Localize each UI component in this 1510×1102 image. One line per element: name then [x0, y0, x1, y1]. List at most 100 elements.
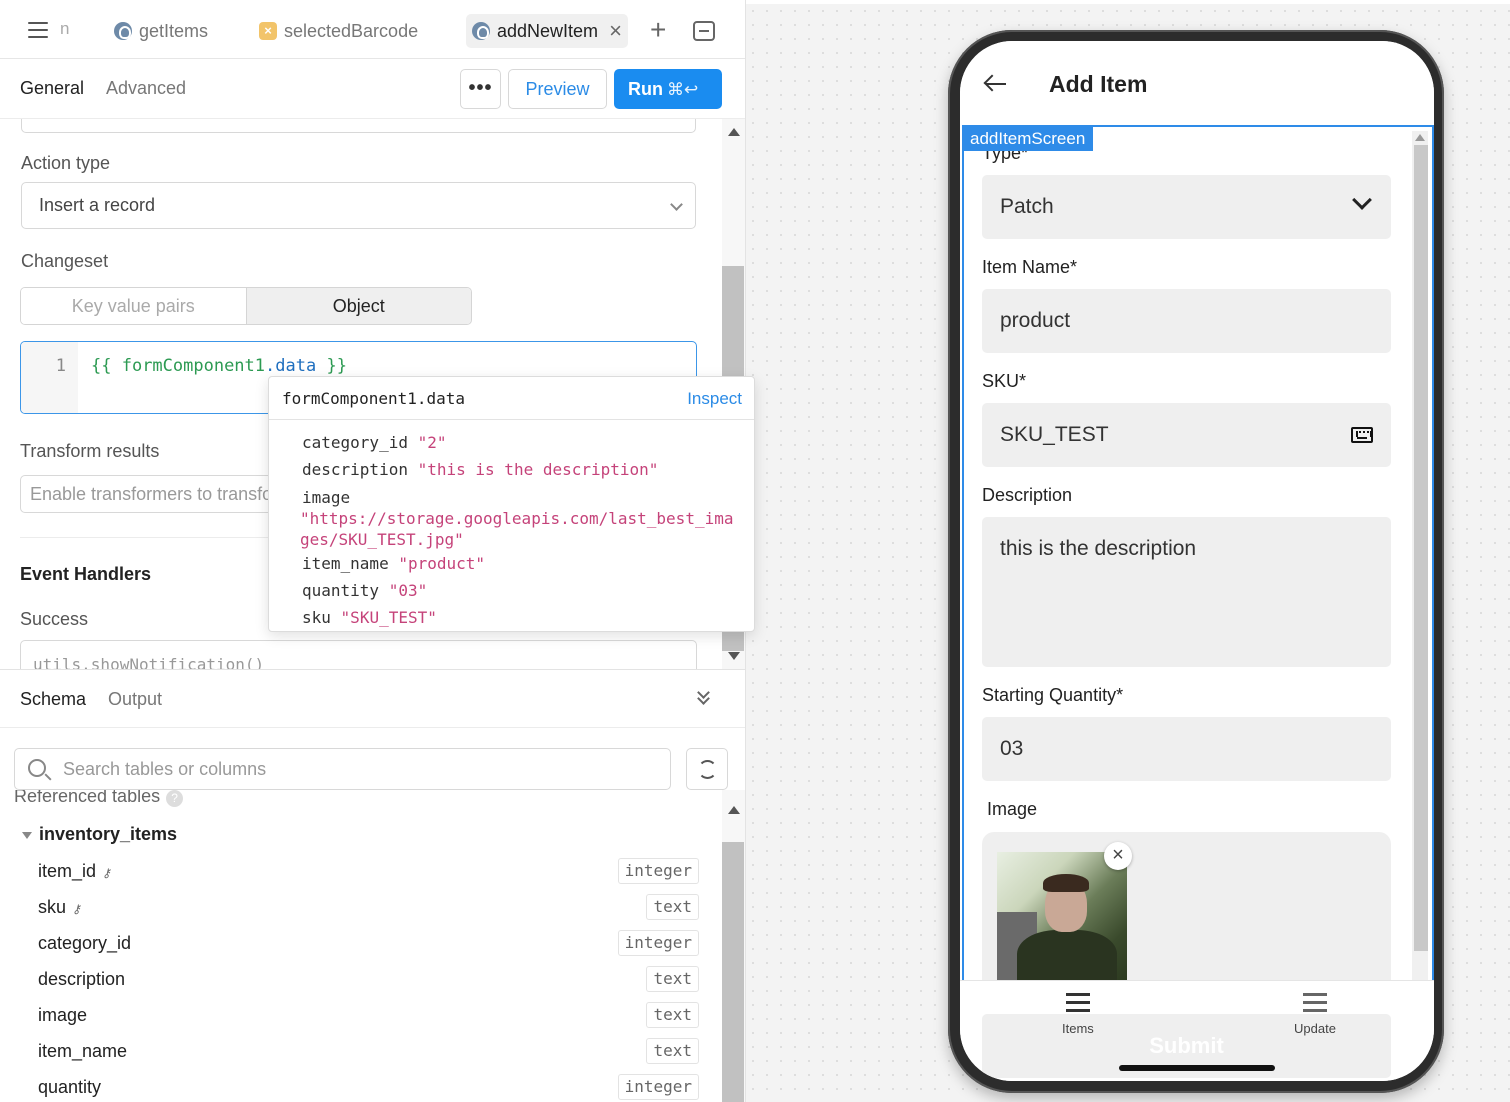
- search-input[interactable]: [63, 757, 653, 781]
- column-row[interactable]: item_name text: [0, 1033, 720, 1069]
- scrollbar-thumb[interactable]: [722, 842, 744, 1102]
- menu-icon[interactable]: [28, 22, 48, 38]
- changeset-option-key-value[interactable]: Key value pairs: [21, 288, 246, 324]
- screen-header: Add Item: [960, 41, 1434, 125]
- tab-general[interactable]: General: [20, 78, 84, 99]
- search-icon: [28, 759, 46, 777]
- action-type-value: Insert a record: [39, 195, 156, 215]
- tab-label: selectedBarcode: [284, 20, 419, 41]
- popup-fields: category_id "2" description "this is the…: [300, 429, 747, 631]
- column-type: text: [646, 1038, 699, 1064]
- image-upload-zone[interactable]: ×: [982, 832, 1391, 980]
- value-preview-popup: formComponent1.data Inspect category_id …: [268, 376, 755, 632]
- nav-label: Items: [1062, 1021, 1094, 1036]
- transform-results-label: Transform results: [20, 441, 160, 461]
- column-row[interactable]: sku ⚷ text: [0, 889, 720, 925]
- changeset-option-object[interactable]: Object: [245, 288, 471, 324]
- column-name: item_name: [38, 1041, 128, 1061]
- selection-badge[interactable]: addItemScreen: [962, 127, 1094, 151]
- tab-output[interactable]: Output: [108, 689, 162, 710]
- field-row: quantity "03": [302, 581, 428, 600]
- postgres-icon: [114, 22, 132, 40]
- popup-header: formComponent1.data Inspect: [269, 377, 754, 420]
- tab-addnewitem[interactable]: addNewItem ×: [466, 14, 628, 48]
- column-row[interactable]: category_id integer: [0, 925, 720, 961]
- description-label: Description: [982, 485, 1073, 505]
- caret-down-icon: [22, 831, 32, 839]
- remove-image-icon[interactable]: ×: [1104, 842, 1132, 870]
- nav-item-items[interactable]: Items: [1062, 993, 1094, 1036]
- success-handler[interactable]: utils.showNotification(): [20, 640, 697, 669]
- refresh-schema-button[interactable]: [686, 748, 728, 790]
- table-name: inventory_items: [39, 824, 178, 844]
- action-type-select[interactable]: Insert a record: [21, 182, 696, 229]
- tab-label: getItems: [139, 20, 209, 41]
- type-select[interactable]: Patch: [982, 175, 1391, 239]
- referenced-tables-label: Referenced tables?: [14, 790, 184, 807]
- description-input[interactable]: this is the description: [982, 517, 1391, 667]
- sku-input[interactable]: SKU_TEST: [982, 403, 1391, 467]
- column-row[interactable]: quantity integer: [0, 1069, 720, 1102]
- column-name: image: [38, 1005, 88, 1025]
- tab-advanced[interactable]: Advanced: [106, 78, 186, 99]
- item-name-input[interactable]: product: [982, 289, 1391, 353]
- run-button[interactable]: Run ⌘↩: [614, 69, 722, 109]
- column-row[interactable]: item_id ⚷ integer: [0, 853, 720, 889]
- tab-getitems[interactable]: getItems: [108, 14, 214, 48]
- run-label: Run: [628, 79, 663, 99]
- more-options-button[interactable]: •••: [460, 69, 501, 109]
- clipped-tab-label[interactable]: n: [60, 19, 69, 39]
- inspect-link[interactable]: Inspect: [687, 389, 742, 409]
- scroll-up-icon[interactable]: [728, 128, 740, 136]
- preview-button[interactable]: Preview: [508, 69, 607, 109]
- screen-scrollbar[interactable]: [1412, 131, 1428, 980]
- add-tab-icon[interactable]: +: [650, 16, 666, 44]
- column-name: quantity: [38, 1077, 102, 1097]
- tab-label: addNewItem: [497, 20, 599, 41]
- changeset-toggle: Key value pairs Object: [20, 287, 472, 325]
- scroll-up-icon[interactable]: [1415, 134, 1425, 141]
- barcode-scanner-icon[interactable]: [1351, 427, 1373, 443]
- sku-value: SKU_TEST: [1000, 423, 1109, 446]
- column-type: integer: [617, 858, 699, 884]
- field-row: image "https://storage.googleapis.com/las…: [300, 483, 747, 550]
- scroll-up-icon[interactable]: [728, 806, 740, 814]
- previous-field[interactable]: [21, 119, 696, 133]
- chevron-down-icon: [670, 198, 683, 211]
- list-icon: [1302, 993, 1327, 1013]
- tab-schema[interactable]: Schema: [20, 689, 86, 710]
- nav-item-update[interactable]: Update: [1294, 993, 1336, 1036]
- column-type: integer: [617, 1074, 699, 1100]
- home-indicator: [1119, 1065, 1275, 1071]
- schema-search: [14, 748, 671, 790]
- field-value: "https://storage.googleapis.com/last_bes…: [300, 509, 734, 549]
- success-label: Success: [20, 609, 89, 629]
- back-arrow-icon[interactable]: [983, 73, 1008, 97]
- minimize-icon[interactable]: [693, 21, 715, 41]
- column-row[interactable]: image text: [0, 997, 720, 1033]
- quantity-input[interactable]: 03: [982, 717, 1391, 781]
- help-icon[interactable]: ?: [166, 790, 184, 807]
- tab-selectedbarcode[interactable]: × selectedBarcode: [253, 14, 424, 48]
- field-row: sku "SKU_TEST": [302, 608, 437, 627]
- refresh-icon: [698, 760, 717, 779]
- run-shortcut: ⌘↩: [667, 80, 699, 99]
- javascript-icon: ×: [259, 22, 277, 40]
- collapse-icon[interactable]: [697, 686, 711, 709]
- column-name: description: [38, 969, 126, 989]
- column-type: text: [646, 966, 699, 992]
- scrollbar-thumb[interactable]: [1414, 145, 1428, 951]
- field-row: category_id "2": [302, 433, 447, 452]
- add-item-form: Type* Patch Item Name* product SKU* SKU_…: [964, 129, 1412, 980]
- item-name-label: Item Name*: [982, 257, 1078, 277]
- column-type: text: [646, 1002, 699, 1028]
- type-value: Patch: [1000, 195, 1054, 218]
- column-name: item_id ⚷: [38, 861, 111, 881]
- scroll-down-icon[interactable]: [728, 652, 740, 660]
- table-inventory-items[interactable]: inventory_items: [22, 824, 177, 845]
- column-type: text: [646, 894, 699, 920]
- mobile-screen: Add Item addItemScreen Type* Patch Item …: [960, 41, 1434, 1081]
- column-row[interactable]: description text: [0, 961, 720, 997]
- close-icon[interactable]: ×: [609, 18, 622, 44]
- scrollbar[interactable]: [722, 790, 745, 1102]
